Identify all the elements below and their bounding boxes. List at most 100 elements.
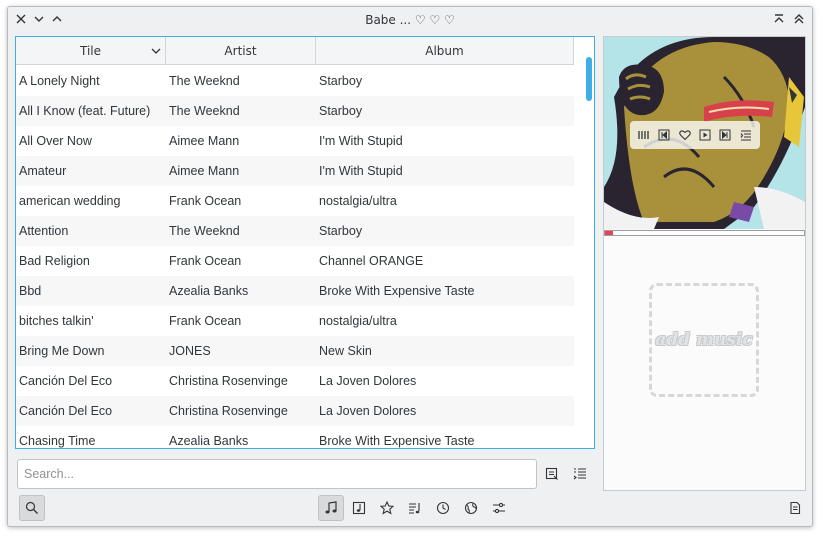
table-row[interactable]: A Lonely Night The Weeknd Starboy bbox=[16, 66, 574, 96]
title-bar: Babe ... ♡ ♡ ♡ bbox=[8, 7, 812, 33]
cell-artist: Aimee Mann bbox=[169, 164, 240, 178]
play-icon[interactable] bbox=[698, 128, 712, 142]
cell-album: Starboy bbox=[319, 104, 363, 118]
queue-list-button[interactable] bbox=[568, 462, 592, 486]
cell-title: Amateur bbox=[19, 164, 67, 178]
chevron-down-icon bbox=[151, 48, 161, 54]
cell-title: Canción Del Eco bbox=[19, 404, 113, 418]
cell-album: nostalgia/ultra bbox=[319, 314, 397, 328]
cell-artist: Frank Ocean bbox=[169, 254, 242, 268]
cell-title: All I Know (feat. Future) bbox=[19, 104, 151, 118]
shade-icon[interactable] bbox=[792, 12, 806, 26]
table-row[interactable]: Bad Religion Frank Ocean Channel ORANGE bbox=[16, 246, 574, 276]
next-icon[interactable] bbox=[718, 128, 732, 142]
search-placeholder: Search... bbox=[24, 467, 75, 481]
tab-recent[interactable] bbox=[431, 496, 455, 520]
list-icon bbox=[573, 468, 586, 480]
cell-title: Attention bbox=[19, 224, 69, 238]
table-row[interactable]: Bbd Azealia Banks Broke With Expensive Tas… bbox=[16, 276, 574, 306]
tab-playlists[interactable] bbox=[403, 496, 427, 520]
cell-album: La Joven Dolores bbox=[319, 374, 417, 388]
save-playlist-icon bbox=[545, 467, 558, 480]
search-input[interactable]: Search... bbox=[17, 459, 537, 489]
visualizer-icon[interactable] bbox=[637, 128, 651, 142]
cell-album: I'm With Stupid bbox=[319, 134, 403, 148]
album-icon bbox=[352, 501, 366, 515]
cell-album: Channel ORANGE bbox=[319, 254, 424, 268]
cell-album: Starboy bbox=[319, 224, 363, 238]
tracks-table: Tile Artist Album A Lonely Night The Week… bbox=[15, 36, 595, 449]
cell-artist: Azealia Banks bbox=[169, 284, 249, 298]
cell-artist: Christina Rosenvinge bbox=[169, 404, 288, 418]
column-header-artist[interactable]: Artist bbox=[166, 37, 316, 65]
table-row[interactable]: bitches talkin' Frank Ocean nostalgia/ultr… bbox=[16, 306, 574, 336]
column-header-title[interactable]: Tile bbox=[16, 37, 166, 65]
table-row[interactable]: All Over Now Aimee Mann I'm With Stupid bbox=[16, 126, 574, 156]
progress-fill bbox=[605, 231, 613, 235]
tab-settings[interactable] bbox=[487, 496, 511, 520]
cell-album: I'm With Stupid bbox=[319, 164, 403, 178]
playlist-icon bbox=[409, 503, 420, 514]
cell-title: bitches talkin' bbox=[19, 314, 94, 328]
cell-title: All Over Now bbox=[19, 134, 92, 148]
previous-icon[interactable] bbox=[657, 128, 671, 142]
tab-tracks[interactable] bbox=[318, 495, 344, 521]
cell-artist: Frank Ocean bbox=[169, 314, 242, 328]
cell-artist: Christina Rosenvinge bbox=[169, 374, 288, 388]
column-header-label: Tile bbox=[79, 44, 101, 58]
table-body: A Lonely Night The Weeknd Starboy All I Kno… bbox=[16, 66, 574, 448]
cell-artist: The Weeknd bbox=[169, 74, 240, 88]
show-playlist-button[interactable] bbox=[783, 496, 807, 520]
tab-online[interactable] bbox=[459, 496, 483, 520]
playback-controls bbox=[630, 121, 760, 149]
cell-title: Chasing Time bbox=[19, 434, 96, 448]
cell-album: Starboy bbox=[319, 74, 363, 88]
column-header-label: Album bbox=[425, 44, 464, 58]
cell-album: New Skin bbox=[319, 344, 372, 358]
table-header: Tile Artist Album bbox=[16, 37, 574, 65]
bottom-bar bbox=[8, 493, 812, 525]
clock-icon bbox=[436, 501, 450, 515]
tab-albums[interactable] bbox=[347, 496, 371, 520]
keep-above-icon[interactable] bbox=[772, 12, 786, 26]
cell-artist: The Weeknd bbox=[169, 224, 240, 238]
cell-album: La Joven Dolores bbox=[319, 404, 417, 418]
player-panel: add music bbox=[603, 36, 806, 491]
heart-icon[interactable] bbox=[678, 128, 692, 142]
playlist-icon[interactable] bbox=[739, 128, 753, 142]
cell-title: Bbd bbox=[19, 284, 42, 298]
table-scrollbar[interactable] bbox=[586, 57, 592, 101]
column-header-album[interactable]: Album bbox=[316, 37, 574, 65]
table-row[interactable]: All I Know (feat. Future) The Weeknd Starb… bbox=[16, 96, 574, 126]
cell-artist: JONES bbox=[169, 344, 211, 358]
tab-favorites[interactable] bbox=[375, 496, 399, 520]
table-row[interactable]: Bring Me Down JONES New Skin bbox=[16, 336, 574, 366]
add-music-label: add music bbox=[655, 329, 753, 350]
music-note-icon bbox=[325, 501, 337, 514]
table-row[interactable]: Attention The Weeknd Starboy bbox=[16, 216, 574, 246]
table-row[interactable]: Chasing Time Azealia Banks Broke With Expe… bbox=[16, 426, 574, 448]
table-row[interactable]: Amateur Aimee Mann I'm With Stupid bbox=[16, 156, 574, 186]
star-icon bbox=[380, 501, 394, 515]
table-row[interactable]: Canción Del Eco Christina Rosenvinge La Jo… bbox=[16, 396, 574, 426]
cell-title: Bad Religion bbox=[19, 254, 90, 268]
cell-title: Canción Del Eco bbox=[19, 374, 113, 388]
sliders-icon bbox=[493, 502, 505, 514]
table-row[interactable]: Canción Del Eco Christina Rosenvinge La Jo… bbox=[16, 366, 574, 396]
window-title: Babe ... ♡ ♡ ♡ bbox=[365, 13, 455, 27]
save-playlist-button[interactable] bbox=[540, 462, 564, 486]
table-row[interactable]: american wedding Frank Ocean nostalgia/ult… bbox=[16, 186, 574, 216]
cell-album: Broke With Expensive Taste bbox=[319, 434, 475, 448]
cell-title: american wedding bbox=[19, 194, 121, 208]
cell-artist: The Weeknd bbox=[169, 104, 240, 118]
playback-progress-bar[interactable] bbox=[604, 230, 805, 236]
cell-artist: Frank Ocean bbox=[169, 194, 242, 208]
document-icon bbox=[790, 501, 801, 515]
search-button[interactable] bbox=[19, 495, 45, 521]
add-music-dropzone[interactable]: add music bbox=[649, 283, 759, 397]
cell-title: A Lonely Night bbox=[19, 74, 100, 88]
cell-album: nostalgia/ultra bbox=[319, 194, 397, 208]
globe-icon bbox=[464, 501, 478, 515]
search-icon bbox=[25, 501, 38, 514]
cell-title: Bring Me Down bbox=[19, 344, 105, 358]
